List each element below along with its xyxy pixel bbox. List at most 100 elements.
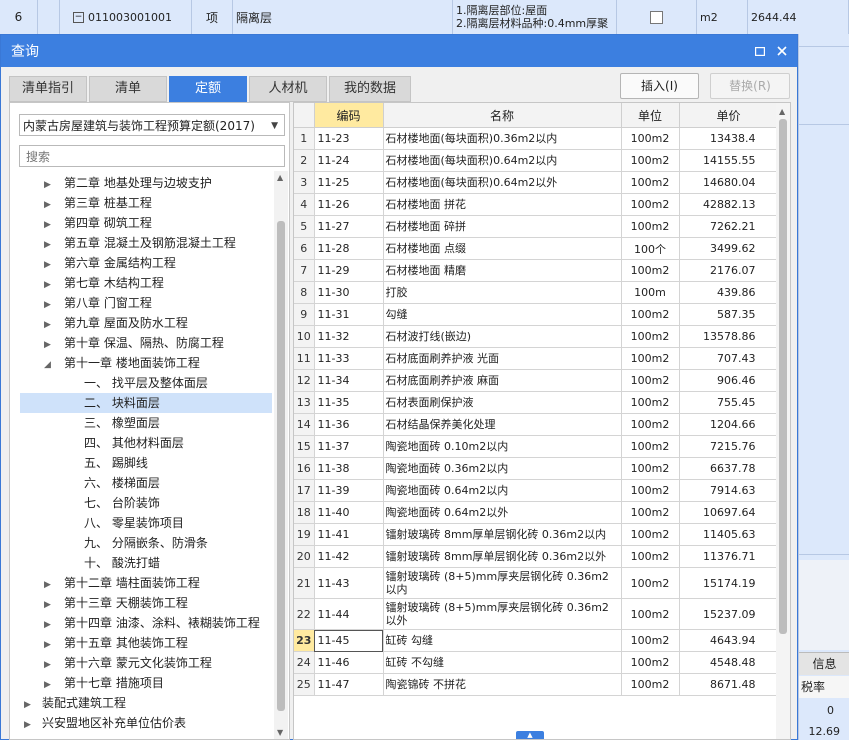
quota-name[interactable]: 镭射玻璃砖 (8+5)mm厚夹层钢化砖 0.36m2以外 (383, 598, 622, 630)
maximize-icon[interactable] (749, 40, 771, 62)
search-input[interactable] (24, 147, 283, 167)
quota-name[interactable]: 石材底面刷养护液 麻面 (383, 369, 622, 392)
quota-name[interactable]: 镭射玻璃砖 8mm厚单层钢化砖 0.36m2以内 (383, 523, 622, 546)
unit-column-header[interactable]: 单位 (621, 103, 680, 128)
tree-item[interactable]: ▶ 第七章 木结构工程 (44, 273, 164, 293)
tree-item[interactable]: ▶ 第十六章 蒙元文化装饰工程 (44, 653, 212, 673)
quota-code[interactable]: 11-34 (314, 369, 384, 392)
quota-price[interactable]: 587.35 (679, 303, 779, 326)
quota-price[interactable]: 14680.04 (679, 171, 779, 194)
quota-price[interactable]: 6637.78 (679, 457, 779, 480)
quota-code[interactable]: 11-35 (314, 391, 384, 414)
quota-price[interactable]: 15174.19 (679, 567, 779, 599)
tree-scrollbar[interactable]: ▲ ▼ (274, 171, 288, 739)
table-row[interactable]: 23 11-45 缸砖 勾缝 100m2 4643.94 (294, 629, 779, 652)
row-code-cell[interactable]: − 011003001001 (60, 0, 192, 34)
name-column-header[interactable]: 名称 (383, 103, 622, 128)
table-row[interactable]: 22 11-44 镭射玻璃砖 (8+5)mm厚夹层钢化砖 0.36m2以外 100m2… (294, 598, 779, 630)
table-row[interactable]: 12 11-34 石材底面刷养护液 麻面 100m2 906.46 (294, 369, 779, 392)
quota-name[interactable]: 石材波打线(嵌边) (383, 325, 622, 348)
expand-icon[interactable]: ▶ (44, 275, 56, 295)
expand-icon[interactable]: ▶ (44, 655, 56, 675)
tab-labor-material[interactable]: 人材机 (249, 76, 327, 102)
quota-name[interactable]: 石材楼地面 精磨 (383, 259, 622, 282)
quota-name[interactable]: 陶瓷地面砖 0.10m2以内 (383, 435, 622, 458)
row-checkbox[interactable] (650, 10, 663, 24)
quota-unit[interactable]: 100m2 (621, 673, 680, 696)
collapse-icon[interactable]: ◢ (44, 355, 56, 375)
table-row[interactable]: 5 11-27 石材楼地面 碎拼 100m2 7262.21 (294, 215, 779, 238)
quota-unit[interactable]: 100m2 (621, 391, 680, 414)
quota-unit[interactable]: 100m2 (621, 303, 680, 326)
collapse-icon[interactable]: − (73, 11, 84, 23)
background-table-row[interactable]: 6 − 011003001001 项 隔离层 1.隔离层部位:屋面 2.隔离层材… (0, 0, 849, 35)
insert-button[interactable]: 插入(I) (620, 73, 699, 99)
quota-code[interactable]: 11-33 (314, 347, 384, 370)
tree-item[interactable]: ▶ 第十七章 措施项目 (44, 673, 164, 693)
quota-code[interactable]: 11-39 (314, 479, 384, 502)
quota-code[interactable]: 11-28 (314, 237, 384, 260)
tree-scroll-thumb[interactable] (277, 221, 285, 711)
tree-subitem[interactable]: 八、 零星装饰项目 (84, 513, 184, 533)
quota-name[interactable]: 缸砖 不勾缝 (383, 651, 622, 674)
quota-price[interactable]: 3499.62 (679, 237, 779, 260)
tab-my-data[interactable]: 我的数据 (329, 76, 411, 102)
table-row[interactable]: 8 11-30 打胶 100m 439.86 (294, 281, 779, 304)
quota-unit[interactable]: 100m2 (621, 413, 680, 436)
quota-unit[interactable]: 100m2 (621, 629, 680, 652)
tree-item-expanded[interactable]: ◢ 第十一章 楼地面装饰工程 (44, 353, 200, 373)
table-row[interactable]: 9 11-31 勾缝 100m2 587.35 (294, 303, 779, 326)
quota-name[interactable]: 镭射玻璃砖 (8+5)mm厚夹层钢化砖 0.36m2以内 (383, 567, 622, 599)
table-row[interactable]: 18 11-40 陶瓷地面砖 0.64m2以外 100m2 10697.64 (294, 501, 779, 524)
quota-price[interactable]: 13438.4 (679, 127, 779, 150)
quota-price[interactable]: 755.45 (679, 391, 779, 414)
expand-icon[interactable]: ▶ (44, 195, 56, 215)
quota-unit[interactable]: 100m2 (621, 347, 680, 370)
tree-subitem[interactable]: 一、 找平层及整体面层 (84, 373, 208, 393)
search-box[interactable] (19, 145, 285, 167)
quota-name[interactable]: 陶瓷地面砖 0.64m2以内 (383, 479, 622, 502)
quota-code[interactable]: 11-40 (314, 501, 384, 524)
quota-name[interactable]: 石材结晶保养美化处理 (383, 413, 622, 436)
expand-icon[interactable]: ▶ (24, 695, 36, 715)
quota-unit[interactable]: 100m2 (621, 435, 680, 458)
table-row[interactable]: 24 11-46 缸砖 不勾缝 100m2 4548.48 (294, 651, 779, 674)
quota-code[interactable]: 11-41 (314, 523, 384, 546)
quota-name[interactable]: 缸砖 勾缝 (383, 629, 622, 652)
quota-code[interactable]: 11-36 (314, 413, 384, 436)
quota-unit[interactable]: 100m2 (621, 523, 680, 546)
tree-item[interactable]: ▶ 第三章 桩基工程 (44, 193, 152, 213)
tree-item[interactable]: ▶ 装配式建筑工程 (24, 693, 126, 713)
quota-unit[interactable]: 100m2 (621, 325, 680, 348)
expand-icon[interactable]: ▶ (44, 255, 56, 275)
expand-icon[interactable]: ▶ (44, 615, 56, 635)
table-row[interactable]: 15 11-37 陶瓷地面砖 0.10m2以内 100m2 7215.76 (294, 435, 779, 458)
tree-subitem[interactable]: 七、 台阶装饰 (84, 493, 160, 513)
quota-code[interactable]: 11-27 (314, 215, 384, 238)
table-row[interactable]: 14 11-36 石材结晶保养美化处理 100m2 1204.66 (294, 413, 779, 436)
scroll-up-icon[interactable]: ▲ (277, 173, 283, 182)
table-row[interactable]: 20 11-42 镭射玻璃砖 8mm厚单层钢化砖 0.36m2以外 100m2 1137… (294, 545, 779, 568)
quota-code[interactable]: 11-25 (314, 171, 384, 194)
quota-name[interactable]: 打胶 (383, 281, 622, 304)
tab-list[interactable]: 清单 (89, 76, 167, 102)
splitter-handle[interactable]: ▲ (516, 731, 544, 739)
expand-icon[interactable]: ▶ (44, 635, 56, 655)
table-row[interactable]: 10 11-32 石材波打线(嵌边) 100m2 13578.86 (294, 325, 779, 348)
quota-unit[interactable]: 100m2 (621, 171, 680, 194)
tab-list-guide[interactable]: 清单指引 (9, 76, 87, 102)
tree-item[interactable]: ▶ 第十章 保温、隔热、防腐工程 (44, 333, 224, 353)
price-column-header[interactable]: 单价 (679, 103, 779, 128)
table-row[interactable]: 1 11-23 石材楼地面(每块面积)0.36m2以内 100m2 13438.4 (294, 127, 779, 150)
quota-unit[interactable]: 100m2 (621, 149, 680, 172)
quota-name[interactable]: 陶瓷地面砖 0.36m2以内 (383, 457, 622, 480)
quota-price[interactable]: 10697.64 (679, 501, 779, 524)
quota-code[interactable]: 11-23 (314, 127, 384, 150)
table-row[interactable]: 6 11-28 石材楼地面 点缀 100个 3499.62 (294, 237, 779, 260)
quota-name[interactable]: 石材楼地面 点缀 (383, 237, 622, 260)
quota-code[interactable]: 11-24 (314, 149, 384, 172)
tree-item[interactable]: ▶ 第十三章 天棚装饰工程 (44, 593, 188, 613)
quota-price[interactable]: 11376.71 (679, 545, 779, 568)
expand-icon[interactable]: ▶ (44, 675, 56, 695)
dialog-titlebar[interactable]: 查询 (1, 35, 797, 67)
